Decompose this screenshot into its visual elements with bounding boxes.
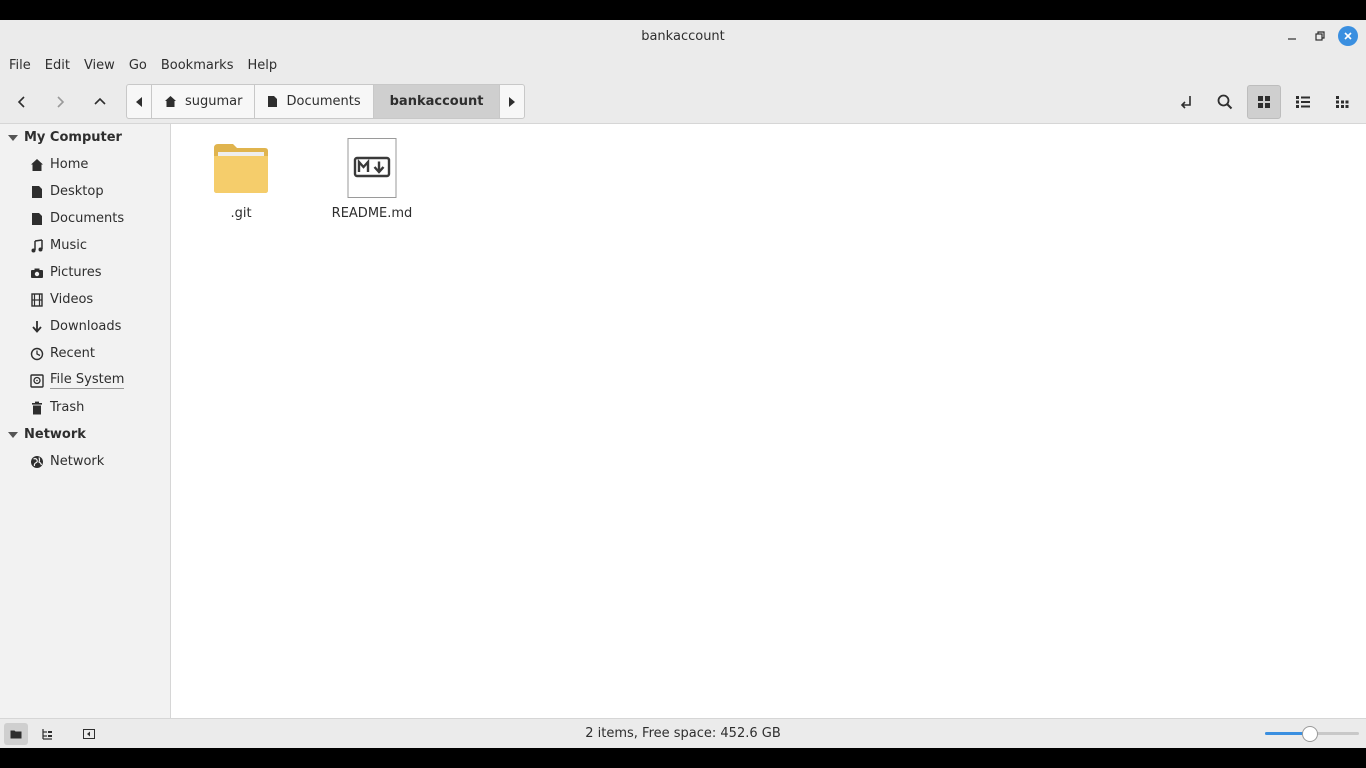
maximize-button[interactable] <box>1310 26 1330 46</box>
compact-view-button[interactable] <box>1325 85 1359 119</box>
sidebar-item-label: Music <box>50 238 87 253</box>
title-bar[interactable]: bankaccount <box>0 20 1366 52</box>
sidebar-item-label: File System <box>50 372 125 389</box>
menu-edit[interactable]: Edit <box>38 52 77 80</box>
close-icon <box>1344 32 1352 40</box>
menu-help[interactable]: Help <box>240 52 284 80</box>
breadcrumb-label: Documents <box>286 94 361 109</box>
camera-icon <box>30 266 44 280</box>
zoom-slider-handle[interactable] <box>1302 726 1319 742</box>
sidebar-item-label: Trash <box>50 400 85 415</box>
arrow-up-icon <box>94 97 106 105</box>
sidebar-item-trash[interactable]: Trash <box>0 394 170 421</box>
breadcrumb-right-arrow[interactable] <box>500 85 524 118</box>
sidebar-section-network[interactable]: Network <box>0 421 170 448</box>
sidebar-section-label: My Computer <box>24 130 122 145</box>
toolbar: sugumar Documents bankaccount <box>0 80 1366 124</box>
file-name: .git <box>230 206 252 221</box>
sidebar-item-label: Home <box>50 157 89 172</box>
zoom-slider[interactable] <box>1265 726 1359 742</box>
location-toggle-button[interactable] <box>1169 85 1203 119</box>
status-text: 2 items, Free space: 452.6 GB <box>585 726 781 741</box>
music-icon <box>30 238 44 253</box>
sidebar-item-music[interactable]: Music <box>0 232 170 259</box>
location-entry-icon <box>1180 96 1191 109</box>
sidebar-item-home[interactable]: Home <box>0 151 170 178</box>
download-icon <box>30 320 44 334</box>
search-button[interactable] <box>1208 85 1242 119</box>
minimize-button[interactable] <box>1282 26 1302 46</box>
desktop-icon <box>30 185 44 199</box>
sidebar-item-recent[interactable]: Recent <box>0 340 170 367</box>
list-icon <box>1296 96 1310 108</box>
menu-view[interactable]: View <box>77 52 122 80</box>
file-name: README.md <box>331 206 413 221</box>
sidebar: My Computer Home Desktop Documents Music… <box>0 124 171 718</box>
list-view-button[interactable] <box>1286 85 1320 119</box>
sidebar-item-label: Recent <box>50 346 95 361</box>
trash-icon <box>30 401 44 415</box>
breadcrumb-home[interactable]: sugumar <box>152 85 256 118</box>
back-button[interactable] <box>5 85 39 119</box>
close-button[interactable] <box>1338 26 1358 46</box>
up-button[interactable] <box>83 85 117 119</box>
file-item-folder[interactable]: .git <box>186 138 296 221</box>
sidebar-item-label: Videos <box>50 292 94 307</box>
sidebar-item-label: Documents <box>50 211 125 226</box>
markdown-file-icon <box>347 138 397 198</box>
compact-icon <box>1336 96 1349 108</box>
folder-icon <box>214 144 268 193</box>
chevron-down-icon <box>8 431 18 438</box>
triangle-left-icon <box>136 96 142 107</box>
film-icon <box>30 292 44 307</box>
menu-bookmarks[interactable]: Bookmarks <box>154 52 241 80</box>
restore-icon <box>1315 31 1325 41</box>
arrow-left-icon <box>17 96 25 108</box>
drive-icon <box>30 373 44 388</box>
sidebar-item-videos[interactable]: Videos <box>0 286 170 313</box>
home-icon <box>30 158 44 172</box>
grid-icon <box>1258 96 1270 108</box>
status-bar: 2 items, Free space: 452.6 GB <box>0 718 1366 748</box>
sidebar-item-label: Network <box>50 454 105 469</box>
menu-bar: File Edit View Go Bookmarks Help <box>0 52 1366 80</box>
sidebar-section-label: Network <box>24 427 86 442</box>
menu-go[interactable]: Go <box>122 52 154 80</box>
sidebar-item-network[interactable]: Network <box>0 448 170 475</box>
chevron-down-icon <box>8 134 18 141</box>
clock-icon <box>30 347 44 361</box>
sidebar-item-documents[interactable]: Documents <box>0 205 170 232</box>
globe-icon <box>30 455 44 469</box>
file-manager-window: bankaccount File Edit View Go Bookmarks … <box>0 20 1366 748</box>
icon-view-button[interactable] <box>1247 85 1281 119</box>
sidebar-item-label: Desktop <box>50 184 104 199</box>
breadcrumb-label: sugumar <box>185 94 243 109</box>
triangle-right-icon <box>509 96 516 107</box>
search-icon <box>1217 94 1233 110</box>
sidebar-item-file-system[interactable]: File System <box>0 367 170 394</box>
sidebar-item-desktop[interactable]: Desktop <box>0 178 170 205</box>
sidebar-item-downloads[interactable]: Downloads <box>0 313 170 340</box>
breadcrumb-label: bankaccount <box>389 94 484 109</box>
sidebar-item-label: Pictures <box>50 265 102 280</box>
minimize-icon <box>1288 38 1296 40</box>
sidebar-item-label: Downloads <box>50 319 122 334</box>
menu-file[interactable]: File <box>2 52 38 80</box>
sidebar-item-pictures[interactable]: Pictures <box>0 259 170 286</box>
sidebar-section-my-computer[interactable]: My Computer <box>0 124 170 151</box>
breadcrumb: sugumar Documents bankaccount <box>126 84 526 119</box>
document-icon <box>268 96 278 107</box>
arrow-right-icon <box>57 96 65 108</box>
breadcrumb-left-arrow[interactable] <box>127 85 152 118</box>
breadcrumb-documents[interactable]: Documents <box>255 85 374 118</box>
file-view[interactable]: .git README.md <box>171 124 1366 718</box>
breadcrumb-current[interactable]: bankaccount <box>373 85 501 118</box>
file-item-markdown[interactable]: README.md <box>317 138 427 221</box>
forward-button[interactable] <box>43 85 77 119</box>
window-title: bankaccount <box>641 28 725 44</box>
home-icon <box>165 96 176 107</box>
document-icon <box>30 212 44 226</box>
